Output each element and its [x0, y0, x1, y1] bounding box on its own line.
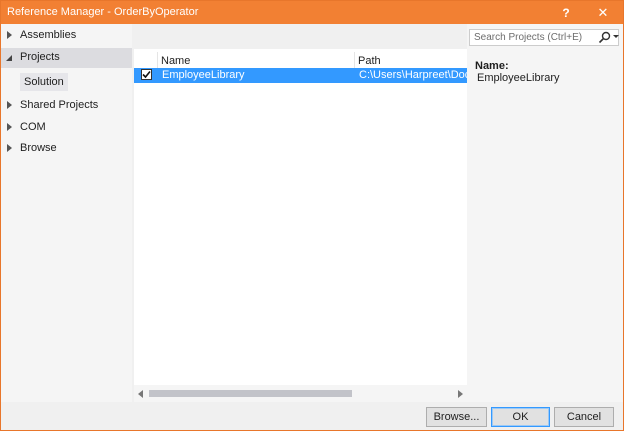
- nav-item-browse[interactable]: Browse: [1, 139, 132, 159]
- column-header-label: Path: [358, 55, 381, 67]
- nav-item-projects[interactable]: Projects: [1, 48, 132, 68]
- button-bar: Browse... OK Cancel: [1, 402, 623, 430]
- close-button[interactable]: ✕: [585, 1, 621, 24]
- column-header-label: Name: [161, 55, 191, 67]
- search-icon[interactable]: [598, 31, 612, 44]
- nav-item-label: Assemblies: [20, 29, 77, 41]
- expand-arrow-icon[interactable]: [7, 31, 12, 39]
- collapse-arrow-icon[interactable]: [6, 55, 12, 61]
- scroll-thumb[interactable]: [149, 390, 352, 397]
- details-name-label: Name:: [475, 60, 509, 72]
- project-list: Name Path EmployeeLibrary C:\Users\Harpr…: [134, 49, 467, 402]
- table-row[interactable]: EmployeeLibrary C:\Users\Harpreet\Docume…: [134, 68, 467, 83]
- details-pane: Search Projects (Ctrl+E) Name: EmployeeL…: [467, 24, 623, 402]
- nav-item-com[interactable]: COM: [1, 118, 132, 138]
- ok-button[interactable]: OK: [491, 407, 550, 427]
- scroll-left-icon[interactable]: [138, 390, 143, 398]
- search-input[interactable]: Search Projects (Ctrl+E): [469, 29, 619, 46]
- expand-arrow-icon[interactable]: [7, 123, 12, 131]
- nav-item-label: COM: [20, 121, 46, 133]
- checkmark-icon: [142, 70, 151, 79]
- scroll-right-icon[interactable]: [458, 390, 463, 398]
- search-dropdown-icon[interactable]: [613, 35, 619, 38]
- reference-manager-window: Reference Manager - OrderByOperator ? ✕ …: [0, 0, 624, 431]
- title-bar: Reference Manager - OrderByOperator ? ✕: [1, 1, 623, 24]
- cancel-button[interactable]: Cancel: [554, 407, 614, 427]
- nav-item-label: Shared Projects: [20, 99, 99, 111]
- search-placeholder: Search Projects (Ctrl+E): [474, 32, 583, 43]
- nav-item-assemblies[interactable]: Assemblies: [1, 26, 132, 46]
- help-button[interactable]: ?: [548, 1, 584, 24]
- expand-arrow-icon[interactable]: [7, 101, 12, 109]
- window-title: Reference Manager - OrderByOperator: [7, 6, 199, 18]
- horizontal-scrollbar[interactable]: [134, 385, 467, 402]
- project-name-cell: EmployeeLibrary: [162, 69, 245, 81]
- nav-item-label: Browse: [20, 142, 57, 154]
- expand-arrow-icon[interactable]: [7, 144, 12, 152]
- browse-button[interactable]: Browse...: [426, 407, 487, 427]
- nav-item-label: Projects: [20, 51, 60, 63]
- include-checkbox[interactable]: [141, 69, 152, 80]
- project-path-cell: C:\Users\Harpreet\Documents: [359, 69, 467, 81]
- nav-subitem-solution[interactable]: Solution: [20, 73, 68, 91]
- category-nav: Assemblies Projects Solution Shared Proj…: [1, 24, 132, 402]
- nav-item-shared-projects[interactable]: Shared Projects: [1, 96, 132, 116]
- details-name-value: EmployeeLibrary: [477, 72, 560, 84]
